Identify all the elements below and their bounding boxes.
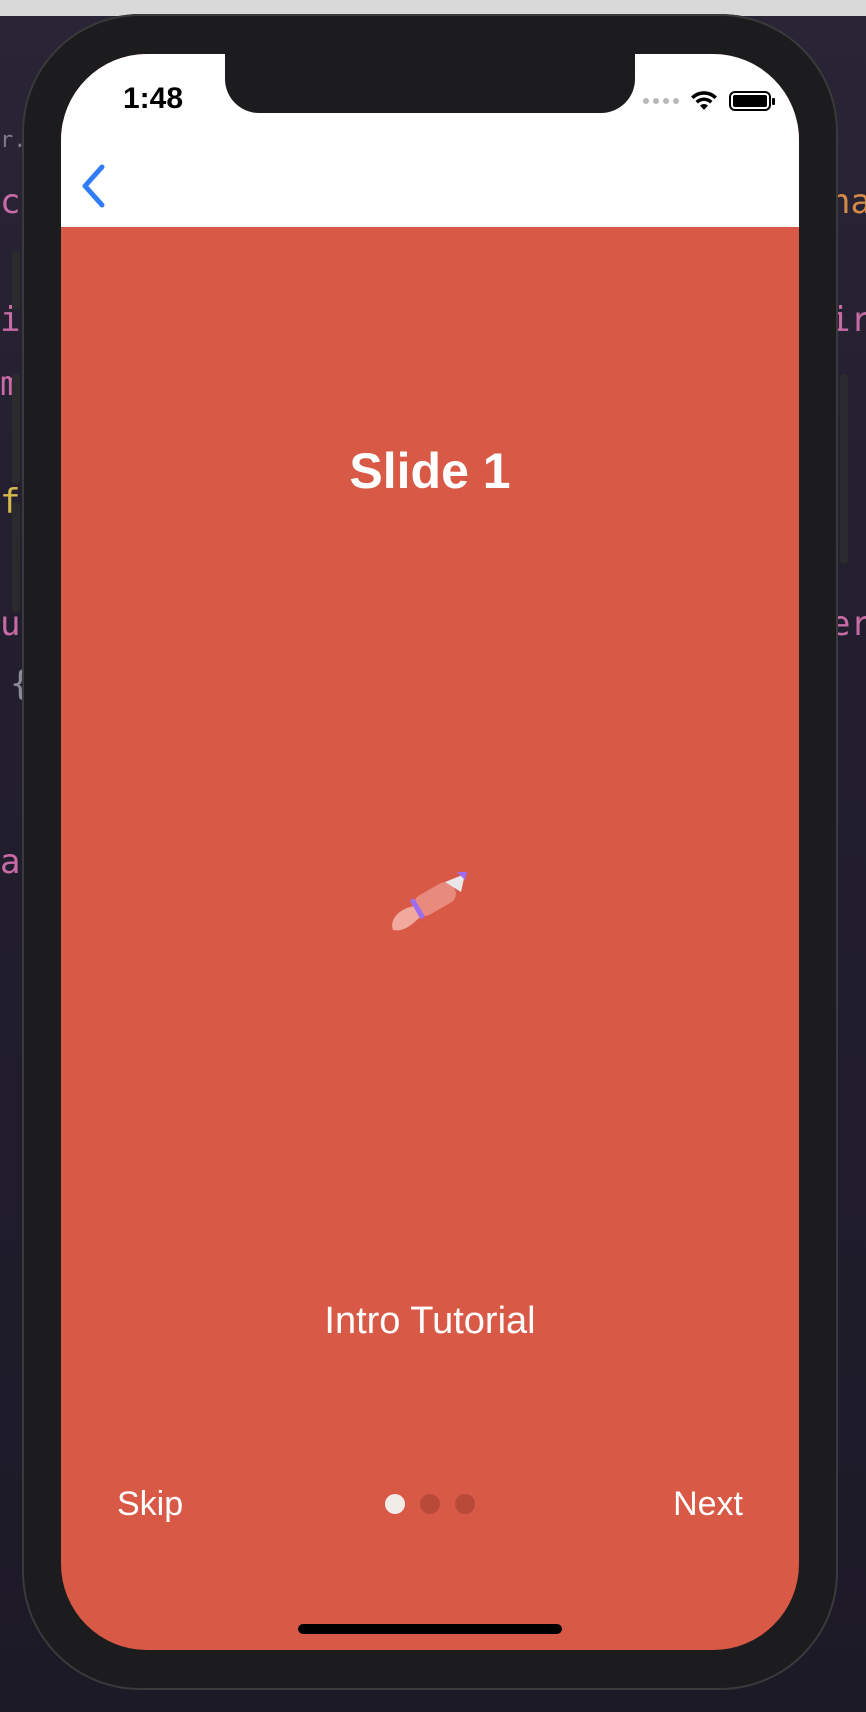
slide-description: Intro Tutorial bbox=[324, 1300, 536, 1342]
volume-down-button bbox=[12, 502, 20, 612]
battery-icon bbox=[729, 91, 775, 111]
chevron-left-icon bbox=[82, 164, 105, 208]
volume-up-button bbox=[12, 374, 20, 484]
rocket-icon bbox=[392, 872, 467, 931]
back-button[interactable] bbox=[71, 158, 115, 214]
page-dot[interactable] bbox=[420, 1494, 440, 1514]
home-indicator[interactable] bbox=[298, 1624, 562, 1634]
next-button[interactable]: Next bbox=[673, 1482, 743, 1526]
mute-switch bbox=[12, 250, 20, 310]
status-time: 1:48 bbox=[123, 82, 184, 115]
page-dot-active[interactable] bbox=[385, 1494, 405, 1514]
status-indicators bbox=[643, 86, 775, 116]
page-dot[interactable] bbox=[455, 1494, 475, 1514]
cellular-signal-icon bbox=[643, 98, 679, 104]
navigation-header: 1:48 bbox=[61, 54, 799, 227]
power-button bbox=[840, 374, 848, 564]
device-notch bbox=[225, 54, 635, 113]
slide-title: Slide 1 bbox=[349, 443, 511, 499]
wifi-icon bbox=[691, 91, 717, 110]
desktop-background: r.js cr na ir ir m fa us er { al 1:48 bbox=[0, 0, 866, 1712]
app-screen: 1:48 Slide 1 Intro Tutorial Skip Next bbox=[61, 54, 799, 1650]
